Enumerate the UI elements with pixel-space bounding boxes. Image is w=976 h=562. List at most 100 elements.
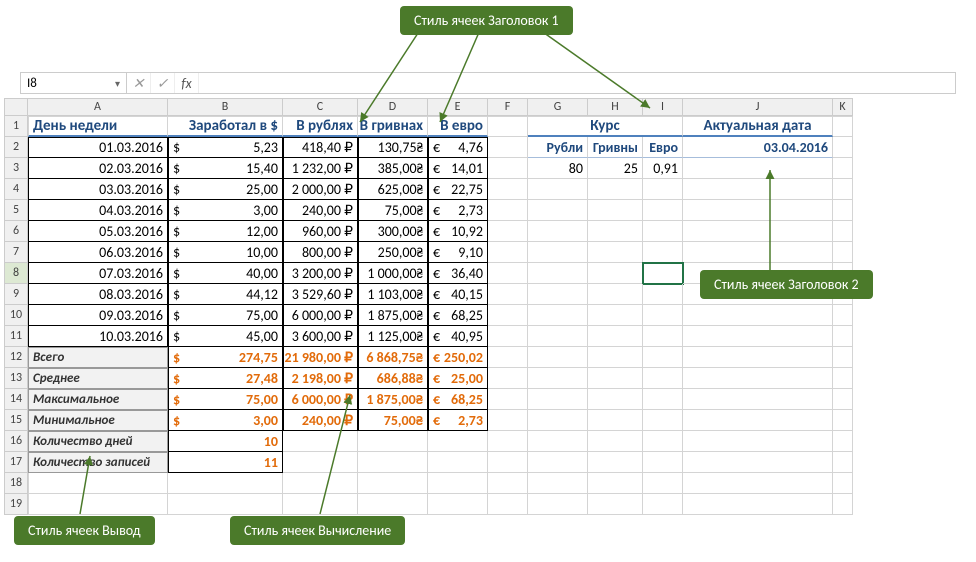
cell-I3[interactable]: 0,91 xyxy=(643,158,683,179)
cell-E16[interactable] xyxy=(428,431,488,452)
cell-H18[interactable] xyxy=(588,473,643,494)
row-header-13[interactable]: 13 xyxy=(4,368,28,389)
cell-E4[interactable]: €22,75 xyxy=(428,179,488,200)
cell-G10[interactable] xyxy=(528,305,588,326)
cell-B15[interactable]: $3,00 xyxy=(168,410,283,431)
cell-D16[interactable] xyxy=(358,431,428,452)
col-header-E[interactable]: E xyxy=(428,98,488,116)
col-header-H[interactable]: H xyxy=(588,98,643,116)
cell-D2[interactable]: 130,75₴ xyxy=(358,137,428,158)
cell-H8[interactable] xyxy=(588,263,643,284)
cell-J15[interactable] xyxy=(683,410,833,431)
cell-G2[interactable]: Рубли xyxy=(528,137,588,158)
cell-E13[interactable]: €25,00 xyxy=(428,368,488,389)
cell-E14[interactable]: €68,25 xyxy=(428,389,488,410)
cell-C14[interactable]: 6 000,00 ₽ xyxy=(283,389,358,410)
cell-E11[interactable]: €40,95 xyxy=(428,326,488,347)
cell-K18[interactable] xyxy=(833,473,853,494)
cell-A17[interactable]: Количество записей xyxy=(28,452,168,473)
cell-K19[interactable] xyxy=(833,494,853,515)
cell-J3[interactable] xyxy=(683,158,833,179)
cell-F19[interactable] xyxy=(488,494,528,515)
cell-F1[interactable] xyxy=(488,116,528,137)
row-header-7[interactable]: 7 xyxy=(4,242,28,263)
col-header-G[interactable]: G xyxy=(528,98,588,116)
row-header-14[interactable]: 14 xyxy=(4,389,28,410)
cell-A1[interactable]: День недели xyxy=(28,116,168,137)
row-header-12[interactable]: 12 xyxy=(4,347,28,368)
cell-F10[interactable] xyxy=(488,305,528,326)
row-header-2[interactable]: 2 xyxy=(4,137,28,158)
cell-B19[interactable] xyxy=(168,494,283,515)
row-header-6[interactable]: 6 xyxy=(4,221,28,242)
cell-B12[interactable]: $274,75 xyxy=(168,347,283,368)
cell-E3[interactable]: €14,01 xyxy=(428,158,488,179)
cell-I17[interactable] xyxy=(643,452,683,473)
cell-C5[interactable]: 240,00 ₽ xyxy=(283,200,358,221)
cell-B5[interactable]: $3,00 xyxy=(168,200,283,221)
cell-G9[interactable] xyxy=(528,284,588,305)
cell-E7[interactable]: €9,10 xyxy=(428,242,488,263)
cell-J16[interactable] xyxy=(683,431,833,452)
cell-A5[interactable]: 04.03.2016 xyxy=(28,200,168,221)
cell-H14[interactable] xyxy=(588,389,643,410)
cell-F16[interactable] xyxy=(488,431,528,452)
cell-D14[interactable]: 1 875,00₴ xyxy=(358,389,428,410)
cell-F6[interactable] xyxy=(488,221,528,242)
row-header-10[interactable]: 10 xyxy=(4,305,28,326)
cell-D17[interactable] xyxy=(358,452,428,473)
cell-E1[interactable]: В евро xyxy=(428,116,488,137)
cell-I10[interactable] xyxy=(643,305,683,326)
col-header-D[interactable]: D xyxy=(358,98,428,116)
cell-B2[interactable]: $5,23 xyxy=(168,137,283,158)
cell-F11[interactable] xyxy=(488,326,528,347)
cell-K6[interactable] xyxy=(833,221,853,242)
cell-B13[interactable]: $27,48 xyxy=(168,368,283,389)
cell-F15[interactable] xyxy=(488,410,528,431)
cell-D6[interactable]: 300,00₴ xyxy=(358,221,428,242)
cell-F4[interactable] xyxy=(488,179,528,200)
cell-K12[interactable] xyxy=(833,347,853,368)
cell-C6[interactable]: 960,00 ₽ xyxy=(283,221,358,242)
row-header-18[interactable]: 18 xyxy=(4,473,28,494)
cell-I2[interactable]: Евро xyxy=(643,137,683,158)
col-header-F[interactable]: F xyxy=(488,98,528,116)
select-all-corner[interactable] xyxy=(4,98,28,116)
cell-H17[interactable] xyxy=(588,452,643,473)
cell-B8[interactable]: $40,00 xyxy=(168,263,283,284)
cell-E12[interactable]: €250,02 xyxy=(428,347,488,368)
cell-F13[interactable] xyxy=(488,368,528,389)
cell-I5[interactable] xyxy=(643,200,683,221)
cell-D3[interactable]: 385,00₴ xyxy=(358,158,428,179)
cell-D8[interactable]: 1 000,00₴ xyxy=(358,263,428,284)
cell-C9[interactable]: 3 529,60 ₽ xyxy=(283,284,358,305)
cell-F14[interactable] xyxy=(488,389,528,410)
cell-G5[interactable] xyxy=(528,200,588,221)
cell-I16[interactable] xyxy=(643,431,683,452)
col-header-C[interactable]: C xyxy=(283,98,358,116)
row-header-4[interactable]: 4 xyxy=(4,179,28,200)
cell-I19[interactable] xyxy=(643,494,683,515)
cell-A13[interactable]: Среднее xyxy=(28,368,168,389)
cell-B7[interactable]: $10,00 xyxy=(168,242,283,263)
col-header-K[interactable]: K xyxy=(833,98,853,116)
cell-E6[interactable]: €10,92 xyxy=(428,221,488,242)
row-header-1[interactable]: 1 xyxy=(4,116,28,137)
cell-B16[interactable]: 10 xyxy=(168,431,283,452)
cell-G14[interactable] xyxy=(528,389,588,410)
cell-A16[interactable]: Количество дней xyxy=(28,431,168,452)
cell-A12[interactable]: Всего xyxy=(28,347,168,368)
cell-E17[interactable] xyxy=(428,452,488,473)
cell-C17[interactable] xyxy=(283,452,358,473)
cell-F5[interactable] xyxy=(488,200,528,221)
cell-F17[interactable] xyxy=(488,452,528,473)
cell-D5[interactable]: 75,00₴ xyxy=(358,200,428,221)
cell-K4[interactable] xyxy=(833,179,853,200)
cell-G8[interactable] xyxy=(528,263,588,284)
cell-C16[interactable] xyxy=(283,431,358,452)
col-header-I[interactable]: I xyxy=(643,98,683,116)
col-header-B[interactable]: B xyxy=(168,98,283,116)
cell-G3[interactable]: 80 xyxy=(528,158,588,179)
cell-A14[interactable]: Максимальное xyxy=(28,389,168,410)
cell-K13[interactable] xyxy=(833,368,853,389)
